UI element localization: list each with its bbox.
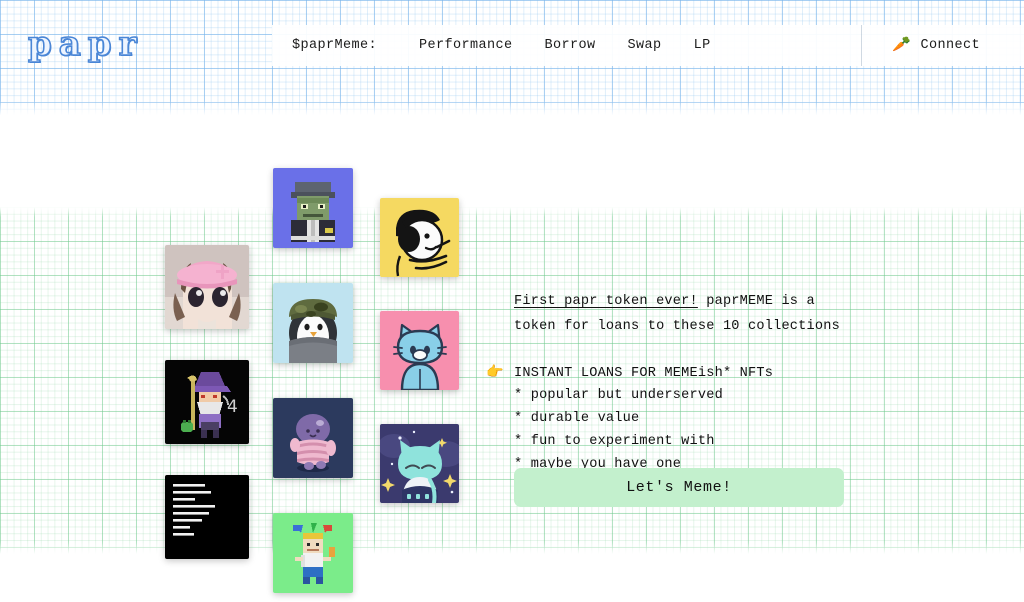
nft-pudgy-penguin-helmet[interactable]	[273, 283, 353, 363]
nav-item-paprmeme[interactable]: $paprMeme:	[288, 34, 403, 57]
nft-anime-girl-pink-cap[interactable]	[165, 245, 249, 329]
nft-blue-cat-pink[interactable]	[380, 311, 459, 390]
connect-label: Connect	[920, 38, 980, 53]
nft-teal-cat-starry-night[interactable]	[380, 424, 459, 503]
nft-doodle-smoker-yellow[interactable]	[380, 198, 459, 277]
nav-item-lp[interactable]: LP	[678, 34, 727, 57]
footer-white-band	[0, 556, 1024, 602]
nav-item-performance[interactable]: Performance	[403, 34, 529, 57]
pointing-hand-icon: 👉	[486, 364, 504, 381]
white-divider-band	[0, 118, 1024, 207]
nft-loot-bag-text[interactable]	[165, 475, 249, 559]
hero-lede-link[interactable]: First papr token ever!	[514, 294, 698, 309]
svg-text:4: 4	[227, 397, 238, 417]
nft-pixel-jester[interactable]	[273, 513, 353, 593]
brand-logo[interactable]: papr	[27, 23, 144, 65]
bullet-item: * fun to experiment with	[514, 433, 715, 449]
carrot-icon: 🥕	[892, 37, 912, 54]
main-navbar: $paprMeme: Performance Borrow Swap LP 🥕 …	[272, 25, 1024, 66]
nft-purple-blob-sweater[interactable]	[273, 398, 353, 478]
hero-copy: First papr token ever! paprMEME is a tok…	[486, 275, 859, 477]
nft-punk-zombie[interactable]	[273, 168, 353, 248]
bullet-item: * popular but underserved	[514, 388, 723, 404]
nav-item-borrow[interactable]: Borrow	[529, 34, 612, 57]
hero-bullets: 👉 INSTANT LOANS FOR MEMEish* NFTs * popu…	[486, 363, 859, 477]
hero-grid-background	[0, 207, 1024, 556]
bullet-headline: INSTANT LOANS FOR MEMEish* NFTs	[514, 365, 774, 381]
nav-links: $paprMeme: Performance Borrow Swap LP	[272, 34, 727, 57]
bullet-headline-row: 👉 INSTANT LOANS FOR MEMEish* NFTs	[486, 363, 859, 386]
nft-pixel-wizard[interactable]: 4	[165, 360, 249, 444]
nav-item-swap[interactable]: Swap	[612, 34, 678, 57]
connect-wallet-button[interactable]: 🥕 Connect	[862, 25, 1024, 66]
hero-lede: First papr token ever! paprMEME is a tok…	[514, 289, 859, 339]
bullet-item: * durable value	[514, 411, 640, 427]
lets-meme-button[interactable]: Let's Meme!	[514, 468, 844, 507]
